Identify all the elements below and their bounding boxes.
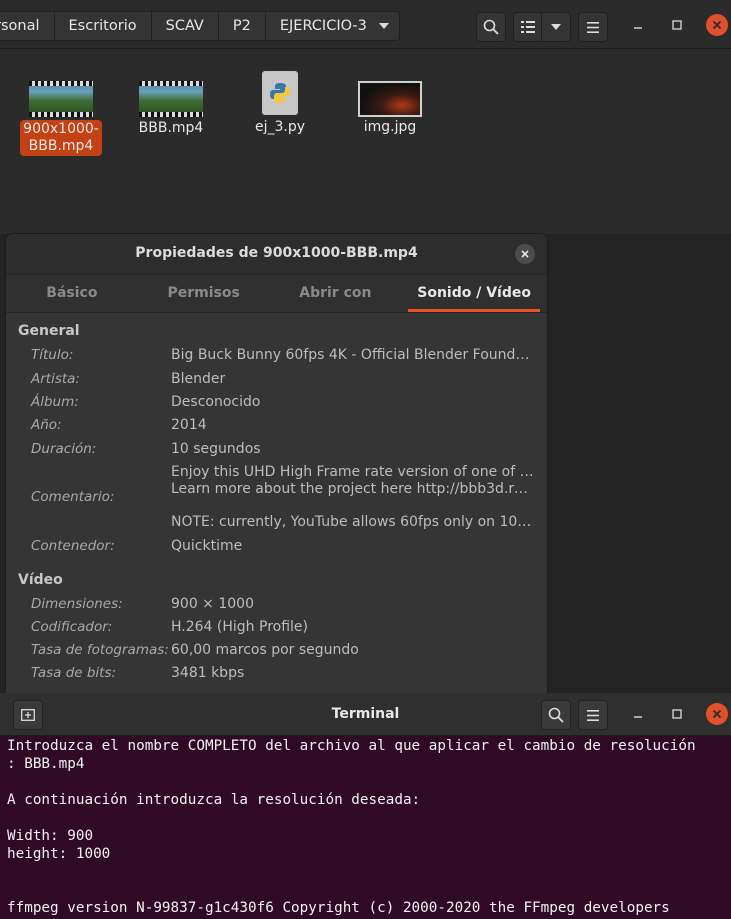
search-icon <box>548 707 564 723</box>
search-icon <box>483 19 499 35</box>
file-item-img-jpg[interactable]: img.jpg <box>345 81 435 135</box>
python-logo-icon <box>270 83 290 103</box>
chevron-down-icon <box>551 24 561 30</box>
property-key-album: Álbum: <box>31 394 79 410</box>
terminal-line: Introduzca el nombre COMPLETO del archiv… <box>7 738 696 754</box>
breadcrumb-item-escritorio[interactable]: Escritorio <box>53 11 152 41</box>
property-value-tasa-bits: 3481 kbps <box>171 665 245 681</box>
file-label: img.jpg <box>363 119 417 135</box>
close-icon <box>712 709 722 719</box>
section-heading-video: Vídeo <box>18 572 63 588</box>
property-key-duracion: Duración: <box>31 441 97 457</box>
file-label: BBB.mp4 <box>138 120 204 136</box>
breadcrumb-item-ejercicio-3[interactable]: EJERCICIO-3 <box>264 11 400 41</box>
minimize-button[interactable] <box>627 14 649 36</box>
property-key-ano: Año: <box>31 417 62 433</box>
maximize-button[interactable] <box>666 14 688 36</box>
terminal-minimize-button[interactable] <box>627 703 649 725</box>
tab-abrir-con[interactable]: Abrir con <box>270 275 402 312</box>
terminal-line: height: 1000 <box>7 846 111 862</box>
property-value-comentario-line1: Enjoy this UHD High Frame rate version o… <box>171 464 536 480</box>
file-view: 900x1000- BBB.mp4 BBB.mp4 ej_3.py img.jp… <box>0 49 731 234</box>
terminal-line: ffmpeg version N-99837-g1c430f6 Copyrigh… <box>7 900 670 916</box>
file-manager-headerbar: rsonal Escritorio SCAV P2 EJERCICIO-3 <box>0 0 731 49</box>
property-value-artista: Blender <box>171 371 226 387</box>
close-icon <box>521 250 529 258</box>
file-item-bbb-mp4[interactable]: BBB.mp4 <box>126 81 216 136</box>
image-thumbnail-icon <box>358 81 422 117</box>
hamburger-menu-icon <box>587 21 599 33</box>
property-key-codificador: Codificador: <box>31 619 113 635</box>
property-key-comentario: Comentario: <box>31 489 115 505</box>
file-label-line2: BBB.mp4 <box>28 138 94 154</box>
property-key-dimensiones: Dimensiones: <box>31 596 123 612</box>
terminal-close-button[interactable] <box>706 703 728 725</box>
terminal-menu-button[interactable] <box>578 700 608 730</box>
maximize-icon <box>672 20 682 30</box>
list-view-icon <box>521 21 535 33</box>
breadcrumb-current-label: EJERCICIO-3 <box>279 18 367 34</box>
dialog-tabs: Básico Permisos Abrir con Sonido / Vídeo <box>6 275 547 313</box>
breadcrumb-item-scav[interactable]: SCAV <box>150 11 219 41</box>
file-label-selected: 900x1000- BBB.mp4 <box>20 120 102 156</box>
file-item-ej-3-py[interactable]: ej_3.py <box>235 71 325 135</box>
terminal-line: A continuación introduzca la resolución … <box>7 792 421 808</box>
property-value-album: Desconocido <box>171 394 261 410</box>
tab-sonido-video[interactable]: Sonido / Vídeo <box>408 275 540 312</box>
tab-basico[interactable]: Básico <box>6 275 138 312</box>
view-options-button[interactable] <box>541 12 571 42</box>
breadcrumb-item-p2[interactable]: P2 <box>217 11 266 41</box>
video-thumbnail-icon <box>29 81 93 117</box>
property-key-artista: Artista: <box>31 371 80 387</box>
minimize-icon <box>634 716 642 718</box>
python-file-icon <box>262 71 298 115</box>
dialog-titlebar: Propiedades de 900x1000-BBB.mp4 <box>6 234 547 275</box>
property-key-tasa-bits: Tasa de bits: <box>31 665 117 681</box>
video-thumbnail-icon <box>139 81 203 117</box>
view-list-button[interactable] <box>513 12 543 42</box>
property-key-contenedor: Contenedor: <box>31 538 115 554</box>
file-item-900x1000-bbb-mp4[interactable]: 900x1000- BBB.mp4 <box>16 81 106 156</box>
property-value-comentario-line3: NOTE: currently, YouTube allows 60fps on… <box>171 514 536 530</box>
terminal-line: Width: 900 <box>7 828 94 844</box>
search-button[interactable] <box>476 12 506 42</box>
terminal-titlebar: Terminal <box>0 693 731 736</box>
terminal-window[interactable]: Terminal Introduzca el nombre COMPLETO d… <box>0 693 731 919</box>
properties-dialog: Propiedades de 900x1000-BBB.mp4 Básico P… <box>5 233 548 705</box>
breadcrumb: rsonal Escritorio SCAV P2 EJERCICIO-3 <box>0 11 400 41</box>
hamburger-menu-icon <box>587 709 599 721</box>
dialog-close-button[interactable] <box>515 244 535 264</box>
terminal-line: : BBB.mp4 <box>7 756 85 772</box>
chevron-down-icon <box>378 23 389 29</box>
breadcrumb-item-personal[interactable]: rsonal <box>0 11 55 41</box>
property-value-dimensiones: 900 × 1000 <box>171 596 254 612</box>
property-value-comentario-line2: Learn more about the project here http:/… <box>171 481 536 497</box>
property-key-titulo: Título: <box>31 347 74 363</box>
property-value-titulo: Big Buck Bunny 60fps 4K - Official Blend… <box>171 347 536 363</box>
terminal-title: Terminal <box>331 706 400 722</box>
property-value-tasa-fotogramas: 60,00 marcos por segundo <box>171 642 359 658</box>
property-key-tasa-fotogramas: Tasa de fotogramas: <box>31 642 169 658</box>
file-label: ej_3.py <box>254 119 306 135</box>
terminal-search-button[interactable] <box>541 700 571 730</box>
property-value-duracion: 10 segundos <box>171 441 261 457</box>
section-heading-general: General <box>18 323 80 339</box>
terminal-maximize-button[interactable] <box>666 703 688 725</box>
file-label-line1: 900x1000- <box>23 121 99 137</box>
property-value-contenedor: Quicktime <box>171 538 243 554</box>
tab-permisos[interactable]: Permisos <box>138 275 270 312</box>
property-value-codificador: H.264 (High Profile) <box>171 619 308 635</box>
minimize-icon <box>634 27 642 29</box>
menu-button[interactable] <box>578 12 608 42</box>
maximize-icon <box>672 709 682 719</box>
close-button[interactable] <box>706 14 728 36</box>
property-value-ano: 2014 <box>171 417 207 433</box>
dialog-title: Propiedades de 900x1000-BBB.mp4 <box>135 245 418 261</box>
close-icon <box>712 20 722 30</box>
